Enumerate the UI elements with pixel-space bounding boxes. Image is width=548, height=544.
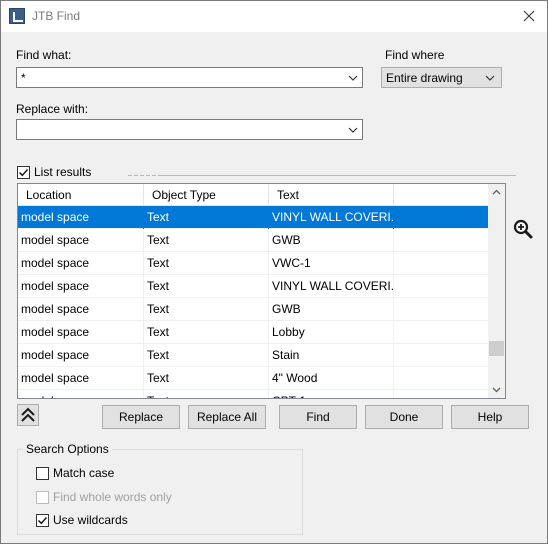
column-header-empty xyxy=(394,184,489,206)
table-row[interactable]: model space Text CPT-1 xyxy=(18,390,489,398)
cell-text: 4" Wood xyxy=(269,367,394,390)
cell-object-type: Text xyxy=(144,275,269,298)
cell-text: VINYL WALL COVERI... xyxy=(269,275,394,298)
cell-location: model space xyxy=(18,275,144,298)
whole-words-label: Find whole words only xyxy=(53,490,172,504)
find-where-value: Entire drawing xyxy=(386,71,463,85)
list-results-checkbox[interactable] xyxy=(17,166,30,179)
cell-object-type: Text xyxy=(144,229,269,252)
table-row[interactable]: model space Text GWB xyxy=(18,229,489,252)
find-what-label: Find what: xyxy=(16,48,72,62)
table-row[interactable]: model space Text VINYL WALL COVERI... xyxy=(18,206,489,229)
checkmark-icon xyxy=(38,517,48,525)
double-chevron-up-icon xyxy=(21,407,35,422)
table-header: Location Object Type Text xyxy=(18,184,489,206)
cell-location: model space xyxy=(18,390,144,398)
cell-text: VWC-1 xyxy=(269,252,394,275)
cell-object-type: Text xyxy=(144,298,269,321)
collapse-button[interactable] xyxy=(17,404,39,426)
find-where-dropdown[interactable]: Entire drawing xyxy=(381,67,502,88)
column-header-object-type[interactable]: Object Type xyxy=(144,184,269,206)
match-case-checkbox[interactable] xyxy=(36,467,49,480)
replace-button[interactable]: Replace xyxy=(102,405,180,429)
cell-text: Lobby xyxy=(269,321,394,344)
cell-text: CPT-1 xyxy=(269,390,394,398)
cell-object-type: Text xyxy=(144,252,269,275)
chevron-down-icon xyxy=(485,75,495,81)
table-row[interactable]: model space Text GWB xyxy=(18,298,489,321)
cell-location: model space xyxy=(18,321,144,344)
cell-location: model space xyxy=(18,229,144,252)
results-table[interactable]: Location Object Type Text model space Te… xyxy=(17,183,506,399)
separator-line xyxy=(128,175,516,176)
close-button[interactable] xyxy=(517,5,541,27)
use-wildcards-checkbox[interactable] xyxy=(36,514,49,527)
checkmark-icon xyxy=(19,169,29,177)
scroll-down-icon[interactable] xyxy=(488,381,505,398)
table-row[interactable]: model space Text Stain xyxy=(18,344,489,367)
table-row[interactable]: model space Text Lobby xyxy=(18,321,489,344)
cell-location: model space xyxy=(18,206,144,229)
cell-text: GWB xyxy=(269,298,394,321)
use-wildcards-label: Use wildcards xyxy=(53,513,128,527)
search-options-title: Search Options xyxy=(23,442,112,456)
window-title: JTB Find xyxy=(32,9,81,23)
cell-object-type: Text xyxy=(144,321,269,344)
cell-location: model space xyxy=(18,252,144,275)
app-icon xyxy=(9,8,25,24)
scrollbar-thumb[interactable] xyxy=(489,341,504,356)
cell-object-type: Text xyxy=(144,206,269,229)
column-header-text[interactable]: Text xyxy=(269,184,394,206)
replace-with-combobox[interactable] xyxy=(16,119,363,140)
cell-text: GWB xyxy=(269,229,394,252)
list-results-label: List results xyxy=(34,165,92,179)
find-where-label: Find where xyxy=(385,48,445,62)
cell-object-type: Text xyxy=(144,367,269,390)
find-what-value: * xyxy=(21,71,26,85)
help-button[interactable]: Help xyxy=(451,405,529,429)
zoom-button[interactable] xyxy=(512,218,534,240)
cell-text: VINYL WALL COVERI... xyxy=(269,206,394,229)
replace-with-label: Replace with: xyxy=(16,102,89,116)
table-row[interactable]: model space Text VWC-1 xyxy=(18,252,489,275)
find-button[interactable]: Find xyxy=(279,405,357,429)
scroll-up-icon[interactable] xyxy=(488,184,505,201)
whole-words-checkbox xyxy=(36,491,49,504)
close-icon xyxy=(523,10,535,22)
done-button[interactable]: Done xyxy=(365,405,443,429)
find-what-combobox[interactable]: * xyxy=(16,67,363,88)
cell-location: model space xyxy=(18,367,144,390)
jtb-find-dialog: JTB Find Find what: * Find where Entire … xyxy=(0,0,548,544)
cell-object-type: Text xyxy=(144,344,269,367)
title-bar: JTB Find xyxy=(1,1,547,32)
cell-text: Stain xyxy=(269,344,394,367)
vertical-scrollbar[interactable] xyxy=(488,184,505,398)
cell-object-type: Text xyxy=(144,390,269,398)
cell-location: model space xyxy=(18,298,144,321)
table-row[interactable]: model space Text 4" Wood xyxy=(18,367,489,390)
cell-location: model space xyxy=(18,344,144,367)
table-body: model space Text VINYL WALL COVERI... mo… xyxy=(18,206,489,398)
column-header-location[interactable]: Location xyxy=(18,184,144,206)
replace-all-button[interactable]: Replace All xyxy=(188,405,266,429)
chevron-down-icon[interactable] xyxy=(348,126,358,134)
chevron-down-icon[interactable] xyxy=(348,74,358,82)
match-case-label: Match case xyxy=(53,466,115,480)
table-row[interactable]: model space Text VINYL WALL COVERI... xyxy=(18,275,489,298)
zoom-icon xyxy=(513,219,533,239)
